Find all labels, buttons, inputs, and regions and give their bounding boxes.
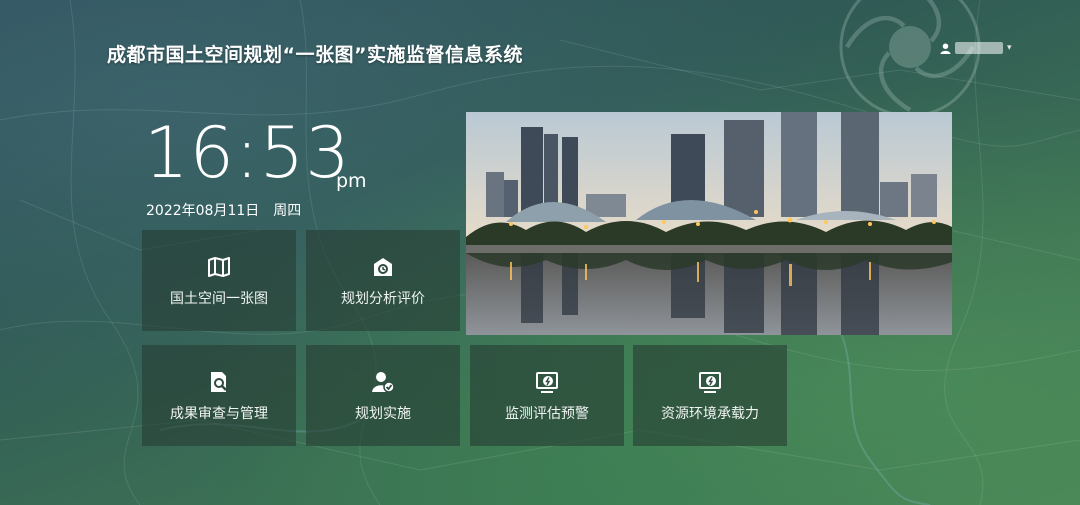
tile-planning-implementation[interactable]: 规划实施: [306, 345, 460, 446]
city-skyline-photo: [466, 112, 952, 335]
page-title: 成都市国土空间规划“一张图”实施监督信息系统: [107, 44, 523, 66]
document-search-icon: [206, 369, 232, 395]
tile-resource-capacity[interactable]: 资源环境承载力: [633, 345, 787, 446]
tile-results-review[interactable]: 成果审查与管理: [142, 345, 296, 446]
weekday-text: 周四: [273, 203, 302, 219]
tile-label: 规划实施: [355, 405, 411, 422]
tile-land-space-map[interactable]: 国土空间一张图: [142, 230, 296, 331]
clock-date: 2022年08月11日 周四: [146, 200, 301, 220]
sunbird-emblem-icon: [839, 0, 981, 118]
tile-label: 成果审查与管理: [170, 405, 268, 422]
analysis-icon: [370, 254, 396, 280]
clock-time: 16:53: [144, 112, 351, 194]
tile-label: 监测评估预警: [505, 405, 589, 422]
user-name: [955, 42, 1003, 54]
user-menu[interactable]: ▾: [940, 42, 1012, 54]
tile-monitoring-warning[interactable]: 监测评估预警: [470, 345, 624, 446]
tile-planning-analysis[interactable]: 规划分析评价: [306, 230, 460, 331]
capacity-icon: [697, 369, 723, 395]
date-text: 2022年08月11日: [146, 203, 260, 219]
clock-ampm: pm: [336, 170, 367, 192]
user-check-icon: [370, 369, 396, 395]
tile-label: 国土空间一张图: [170, 290, 268, 307]
chevron-down-icon: ▾: [1007, 43, 1012, 53]
map-icon: [206, 254, 232, 280]
tile-label: 资源环境承载力: [661, 405, 759, 422]
tile-label: 规划分析评价: [341, 290, 425, 307]
monitor-alert-icon: [534, 369, 560, 395]
user-icon: [940, 42, 951, 54]
